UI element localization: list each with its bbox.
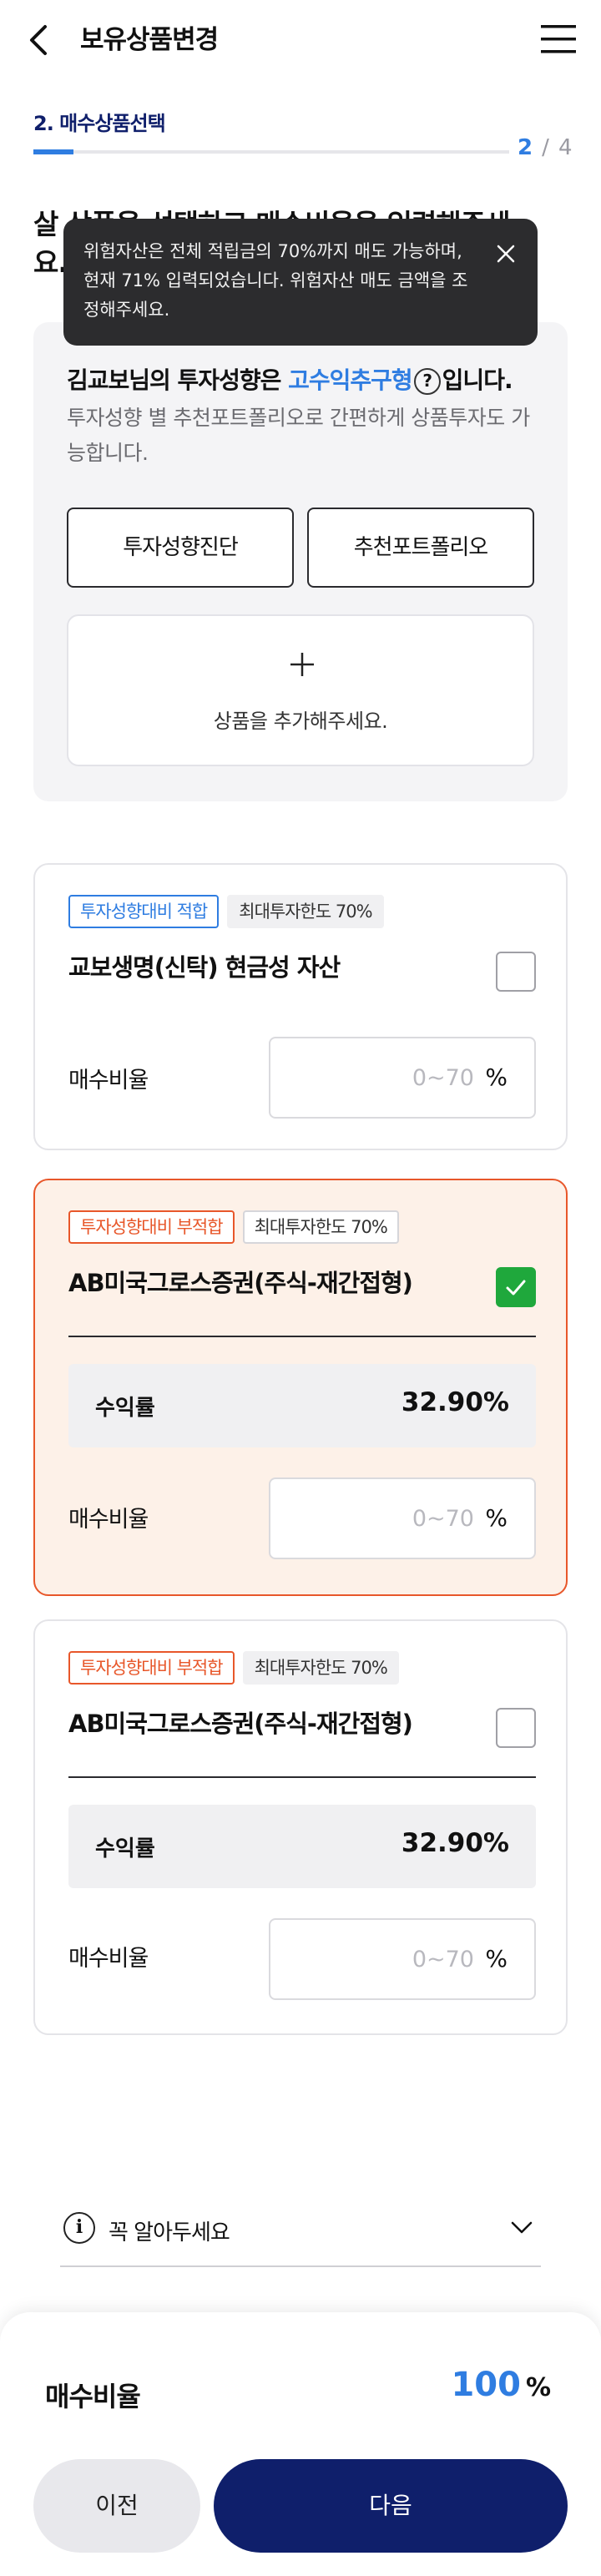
notice-accordion[interactable]: i 꼭 알아두세요 bbox=[60, 2197, 541, 2267]
purchase-ratio-input[interactable]: 0~70 % bbox=[269, 1918, 536, 2000]
previous-button[interactable]: 이전 bbox=[33, 2459, 200, 2553]
step-current: 2 bbox=[518, 135, 534, 160]
chevron-left-icon bbox=[30, 25, 47, 55]
progress-fill bbox=[33, 149, 73, 154]
yield-label: 수익률 bbox=[95, 1836, 155, 1861]
info-icon: i bbox=[63, 2212, 95, 2244]
ratio-unit: % bbox=[485, 1504, 508, 1532]
product-badges: 투자성향대비 부적합 최대투자한도 70% bbox=[68, 1651, 399, 1685]
product-name: 교보생명(신탁) 현금성 자산 bbox=[68, 953, 341, 982]
ratio-unit: % bbox=[485, 1063, 508, 1091]
diagnose-investment-button[interactable]: 투자성향진단 bbox=[67, 508, 294, 588]
bottom-action-sheet: 매수비율 100% 이전 다음 bbox=[0, 2312, 601, 2576]
progress-bar bbox=[33, 149, 509, 154]
card-divider bbox=[68, 1776, 536, 1778]
yield-value: 32.90% bbox=[401, 1387, 509, 1417]
total-ratio-value: 100 bbox=[451, 2366, 521, 2404]
warning-tooltip: 위험자산은 전체 적립금의 70%까지 매도 가능하며, 현재 71% 입력되었… bbox=[63, 219, 538, 346]
investment-limit-badge: 최대투자한도 70% bbox=[227, 895, 384, 928]
profile-suffix: 입니다. bbox=[442, 366, 513, 394]
step-total: 4 bbox=[558, 135, 573, 160]
purchase-ratio-input[interactable]: 0~70 % bbox=[269, 1037, 536, 1119]
add-product-label: 상품을 추가해주세요. bbox=[213, 710, 388, 733]
add-product-button[interactable]: 상품을 추가해주세요. bbox=[67, 614, 534, 766]
purchase-ratio-label: 매수비율 bbox=[68, 1507, 149, 1533]
yield-panel: 수익률 32.90% bbox=[68, 1805, 536, 1888]
product-card-selected: 투자성향대비 부적합 최대투자한도 70% AB미국그로스증권(주식-재간접형)… bbox=[33, 1179, 568, 1596]
profile-description: 투자성향 별 추천포트폴리오로 간편하게 상품투자도 가능합니다. bbox=[67, 406, 530, 465]
profile-prefix: 김교보님의 투자성향은 bbox=[67, 366, 289, 394]
investment-profile-summary: 김교보님의 투자성향은 고수익추구형? 입니다. bbox=[67, 362, 513, 396]
yield-value: 32.90% bbox=[401, 1828, 509, 1858]
yield-panel: 수익률 32.90% bbox=[68, 1364, 536, 1447]
suitability-badge: 투자성향대비 부적합 bbox=[68, 1651, 235, 1685]
product-badges: 투자성향대비 적합 최대투자한도 70% bbox=[68, 895, 384, 928]
investment-limit-badge: 최대투자한도 70% bbox=[242, 1210, 399, 1244]
notice-label: 꼭 알아두세요 bbox=[109, 2220, 230, 2245]
purchase-ratio-label: 매수비율 bbox=[68, 1946, 149, 1972]
product-select-checkbox[interactable] bbox=[496, 1708, 536, 1748]
product-card: 투자성향대비 부적합 최대투자한도 70% AB미국그로스증권(주식-재간접형)… bbox=[33, 1619, 568, 2035]
product-select-checkbox[interactable] bbox=[496, 1267, 536, 1307]
next-button[interactable]: 다음 bbox=[214, 2459, 568, 2553]
hamburger-menu-icon bbox=[541, 25, 576, 53]
app-header: 보유상품변경 bbox=[0, 0, 601, 83]
tooltip-text: 위험자산은 전체 적립금의 70%까지 매도 가능하며, 현재 71% 입력되었… bbox=[83, 241, 468, 320]
total-ratio-unit: % bbox=[525, 2373, 551, 2402]
suitability-badge: 투자성향대비 부적합 bbox=[68, 1210, 235, 1244]
back-button[interactable] bbox=[25, 20, 58, 60]
profile-type: 고수익추구형 bbox=[288, 366, 413, 394]
tooltip-close-button[interactable] bbox=[494, 242, 518, 265]
ratio-placeholder: 0~70 bbox=[412, 1506, 474, 1532]
chevron-down-icon bbox=[511, 2221, 533, 2234]
purchase-ratio-input[interactable]: 0~70 % bbox=[269, 1477, 536, 1559]
step-separator: / bbox=[542, 135, 550, 160]
product-select-checkbox[interactable] bbox=[496, 952, 536, 992]
suitability-badge: 투자성향대비 적합 bbox=[68, 895, 220, 928]
page-header-title: 보유상품변경 bbox=[80, 25, 219, 55]
card-divider bbox=[68, 1336, 536, 1337]
product-card: 투자성향대비 적합 최대투자한도 70% 교보생명(신탁) 현금성 자산 매수비… bbox=[33, 863, 568, 1150]
total-ratio-label: 매수비율 bbox=[45, 2381, 141, 2412]
ratio-placeholder: 0~70 bbox=[412, 1947, 474, 1972]
help-icon[interactable]: ? bbox=[413, 368, 441, 395]
close-icon bbox=[497, 245, 515, 263]
checkmark-icon bbox=[506, 1280, 526, 1296]
product-badges: 투자성향대비 부적합 최대투자한도 70% bbox=[68, 1210, 399, 1244]
step-counter: 2 / 4 bbox=[518, 135, 573, 160]
investment-profile-panel: 김교보님의 투자성향은 고수익추구형? 입니다. 투자성향 별 추천포트폴리오로 … bbox=[33, 322, 568, 801]
recommend-portfolio-button[interactable]: 추천포트폴리오 bbox=[307, 508, 534, 588]
investment-limit-badge: 최대투자한도 70% bbox=[242, 1651, 399, 1685]
ratio-unit: % bbox=[485, 1945, 508, 1972]
menu-button[interactable] bbox=[539, 22, 578, 57]
product-name: AB미국그로스증권(주식-재간접형) bbox=[68, 1710, 413, 1738]
purchase-ratio-label: 매수비율 bbox=[68, 1068, 149, 1094]
plus-icon bbox=[290, 653, 314, 676]
product-name: AB미국그로스증권(주식-재간접형) bbox=[68, 1269, 413, 1297]
ratio-placeholder: 0~70 bbox=[412, 1065, 474, 1091]
total-ratio-value-wrap: 100% bbox=[451, 2366, 551, 2404]
step-label: 2. 매수상품선택 bbox=[33, 112, 166, 135]
yield-label: 수익률 bbox=[95, 1396, 155, 1421]
